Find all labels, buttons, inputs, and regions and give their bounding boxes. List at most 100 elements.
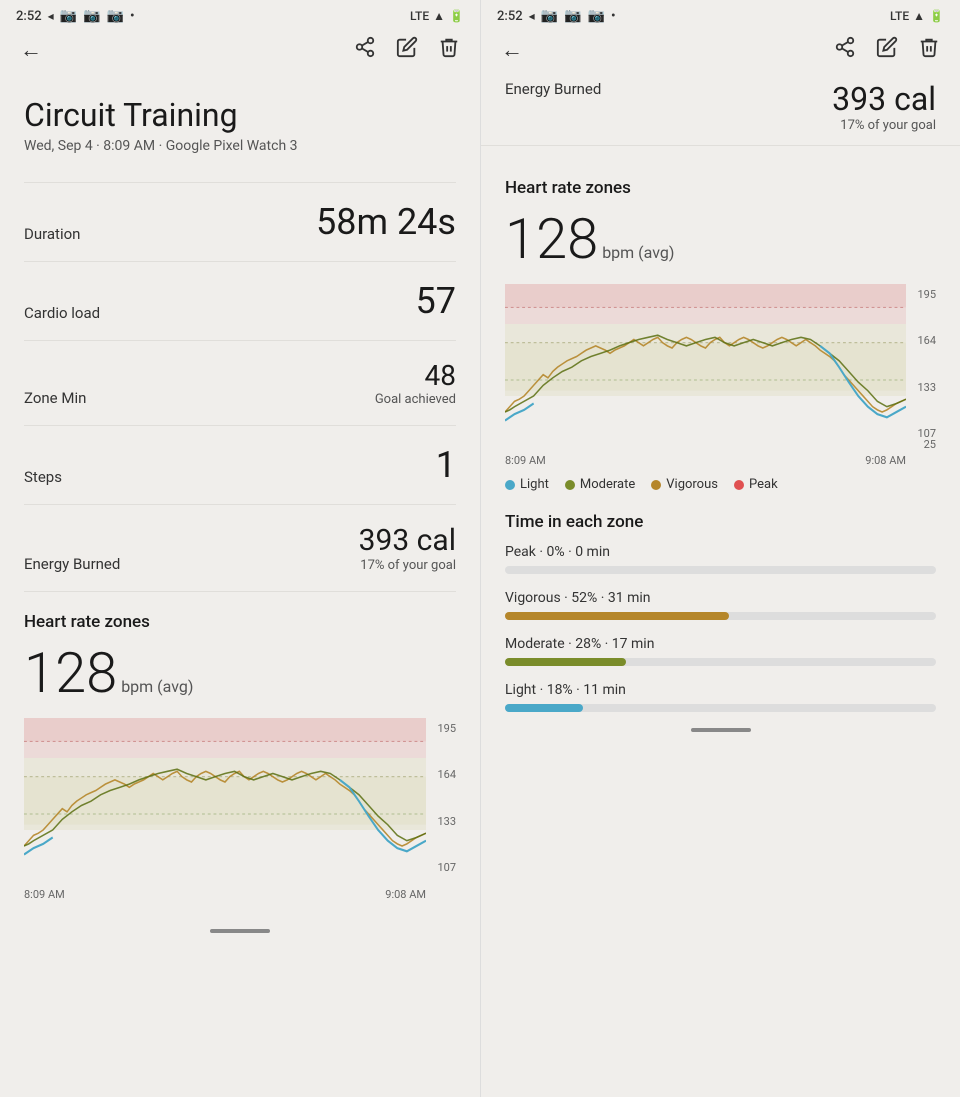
delete-button-left[interactable] <box>438 36 460 64</box>
y-label-133-right: 133 <box>917 381 936 394</box>
stat-cardio-value: 57 <box>416 280 456 322</box>
status-right-right: LTE ▲ 🔋 <box>890 9 944 23</box>
battery-icon-right: 🔋 <box>929 9 944 23</box>
hr-zones-heading-right: Heart rate zones <box>505 178 936 198</box>
edit-button-right[interactable] <box>876 36 898 64</box>
back-button-left[interactable]: ← <box>20 37 42 63</box>
stat-duration-value: 58m 24s <box>316 201 456 243</box>
energy-label-right: Energy Burned <box>505 80 601 98</box>
stat-energy: Energy Burned 393 cal 17% of your goal <box>24 505 456 592</box>
insta2-icon: 📷 <box>83 8 100 24</box>
status-left-right: 2:52 ◂ 📷 📷 📷 • <box>497 8 615 24</box>
stat-cardio-label: Cardio load <box>24 304 100 322</box>
legend-dot-moderate <box>565 480 575 490</box>
status-right-left: LTE ▲ 🔋 <box>410 9 464 23</box>
stat-zone-min-label: Zone Min <box>24 389 86 407</box>
edit-button-left[interactable] <box>396 36 418 64</box>
top-nav-right: ← <box>481 28 960 72</box>
insta3-icon: 📷 <box>107 8 124 24</box>
hr-chart-left: 195 164 133 107 <box>24 718 456 878</box>
y-label-164-right: 164 <box>917 334 936 347</box>
zone-vigorous-label: Vigorous · 52% · 31 min <box>505 590 936 606</box>
y-label-164-left: 164 <box>437 768 456 781</box>
right-content: Heart rate zones 128 bpm (avg) <box>481 146 960 532</box>
stat-energy-label: Energy Burned <box>24 555 120 573</box>
bpm-display-right: 128 bpm (avg) <box>505 206 936 272</box>
energy-sub-right: 17% of your goal <box>832 118 936 133</box>
legend-label-peak: Peak <box>749 477 778 492</box>
zone-light: Light · 18% · 11 min <box>505 682 936 712</box>
legend-peak: Peak <box>734 477 778 492</box>
time-axis-right: 8:09 AM 9:08 AM <box>505 452 936 467</box>
time-start-right: 8:09 AM <box>505 454 546 467</box>
left-panel: 2:52 ◂ 📷 📷 📷 • LTE ▲ 🔋 ← C <box>0 0 480 1097</box>
stat-steps: Steps 1 <box>24 426 456 505</box>
time-right: 2:52 <box>497 9 523 24</box>
legend-dot-vigorous <box>651 480 661 490</box>
energy-value-right: 393 cal <box>832 80 936 118</box>
energy-value-block: 393 cal 17% of your goal <box>832 80 936 133</box>
zone-light-bar-bg <box>505 704 936 712</box>
zone-vigorous-bar-fill <box>505 612 729 620</box>
workout-title: Circuit Training <box>24 96 456 134</box>
time-axis-left: 8:09 AM 9:08 AM <box>24 886 456 901</box>
status-left: 2:52 ◂ 📷 📷 📷 • <box>16 8 134 24</box>
stat-zone-min: Zone Min 48 Goal achieved <box>24 341 456 426</box>
bpm-number-left: 128 <box>24 640 117 706</box>
stat-energy-value: 393 cal 17% of your goal <box>359 523 456 573</box>
zone-peak-bar-bg <box>505 566 936 574</box>
legend-moderate: Moderate <box>565 477 635 492</box>
y-label-195-right: 195 <box>917 288 936 301</box>
chart-y-labels-right: 195 164 133 107 <box>917 284 936 444</box>
delete-button-right[interactable] <box>918 36 940 64</box>
y-label-107-left: 107 <box>437 861 456 874</box>
share-button-left[interactable] <box>354 36 376 64</box>
workout-subtitle: Wed, Sep 4 · 8:09 AM · Google Pixel Watc… <box>24 138 456 154</box>
nav-actions-right <box>834 36 940 64</box>
chart-svg-wrap-right <box>505 284 906 444</box>
signal-icon-left: ▲ <box>433 9 445 23</box>
insta3-icon-right: 📷 <box>588 8 605 24</box>
legend-label-vigorous: Vigorous <box>666 477 718 492</box>
legend-right: Light Moderate Vigorous Peak <box>505 477 936 492</box>
insta2-icon-right: 📷 <box>564 8 581 24</box>
share-button-right[interactable] <box>834 36 856 64</box>
bpm-unit-right: bpm (avg) <box>602 243 674 262</box>
lte-label-right: LTE <box>890 9 909 23</box>
legend-label-moderate: Moderate <box>580 477 635 492</box>
zone-peak: Peak · 0% · 0 min <box>505 544 936 574</box>
time-axis-wrapper-right: 8:09 AM 9:08 AM 25 <box>505 452 936 467</box>
energy-header-right: Energy Burned 393 cal 17% of your goal <box>481 72 960 146</box>
chart-svg-wrap-left <box>24 718 426 878</box>
scroll-indicator-left <box>210 929 270 933</box>
stat-duration: Duration 58m 24s <box>24 182 456 262</box>
zone-moderate-bar-fill <box>505 658 626 666</box>
location-icon-right: ◂ <box>529 9 535 23</box>
lte-label-left: LTE <box>410 9 429 23</box>
insta-icon: 📷 <box>60 8 77 24</box>
stat-steps-label: Steps <box>24 468 62 486</box>
time-left: 2:52 <box>16 9 42 24</box>
time-start-left: 8:09 AM <box>24 888 65 901</box>
left-content: Circuit Training Wed, Sep 4 · 8:09 AM · … <box>0 72 480 917</box>
legend-light: Light <box>505 477 549 492</box>
back-button-right[interactable]: ← <box>501 37 523 63</box>
hr-zones-heading-left: Heart rate zones <box>24 612 456 632</box>
zone-section: Peak · 0% · 0 min Vigorous · 52% · 31 mi… <box>481 544 960 712</box>
legend-dot-light <box>505 480 515 490</box>
zone-light-bar-fill <box>505 704 583 712</box>
legend-vigorous: Vigorous <box>651 477 718 492</box>
zone-moderate-label: Moderate · 28% · 17 min <box>505 636 936 652</box>
legend-dot-peak <box>734 480 744 490</box>
stat-zone-min-value: 48 Goal achieved <box>375 359 456 407</box>
top-nav-left: ← <box>0 28 480 72</box>
stat-cardio: Cardio load 57 <box>24 262 456 341</box>
bpm-display-left: 128 bpm (avg) <box>24 640 456 706</box>
chart-y-labels-left: 195 164 133 107 <box>437 718 456 878</box>
zone-peak-label: Peak · 0% · 0 min <box>505 544 936 560</box>
dot-icon: • <box>130 9 135 24</box>
zone-vigorous: Vigorous · 52% · 31 min <box>505 590 936 620</box>
zone-moderate-bar-bg <box>505 658 936 666</box>
battery-icon-left: 🔋 <box>449 9 464 23</box>
nav-actions-left <box>354 36 460 64</box>
